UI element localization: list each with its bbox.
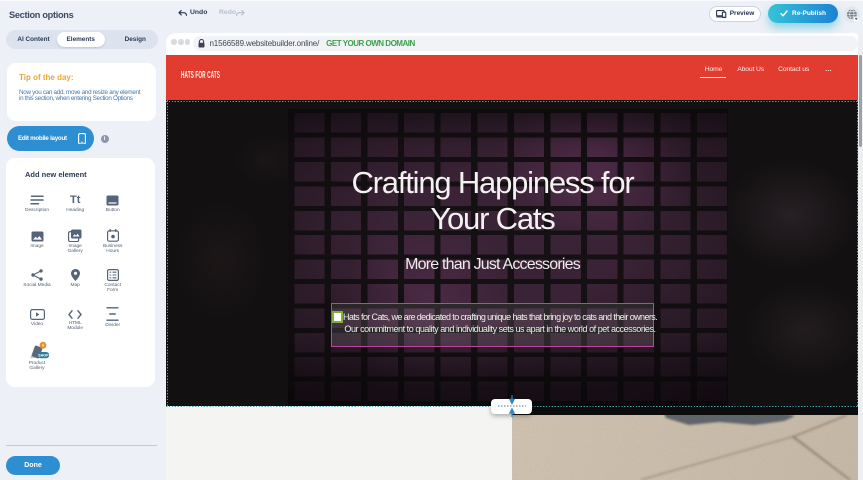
svg-text:SHOP: SHOP <box>38 354 49 358</box>
